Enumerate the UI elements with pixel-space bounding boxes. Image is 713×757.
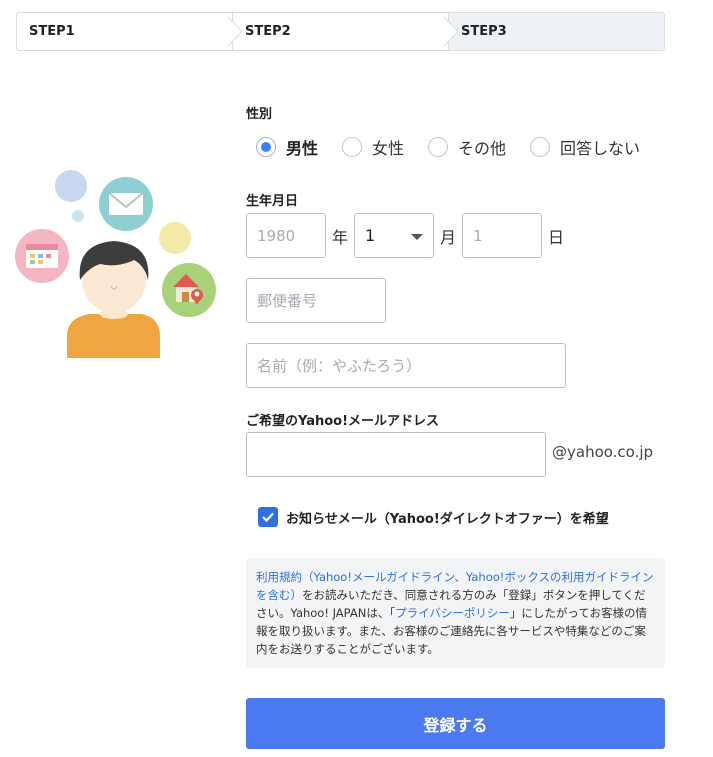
step-1-label: STEP1 — [29, 24, 75, 39]
name-input[interactable] — [246, 343, 566, 388]
postal-code-input[interactable] — [246, 278, 386, 323]
gender-option-female[interactable]: 女性 — [342, 135, 404, 159]
decor-circle-yellow-icon — [159, 222, 191, 254]
gender-radio-group: 男性 女性 その他 回答しない — [256, 135, 664, 159]
day-unit-label: 日 — [548, 228, 565, 247]
radio-circle-icon — [342, 137, 363, 157]
decor-dot-icon — [72, 210, 84, 222]
birth-day-input[interactable] — [462, 213, 542, 258]
newsletter-checkbox-row[interactable]: お知らせメール（Yahoo!ダイレクトオファー）を希望 — [258, 507, 609, 527]
step-2: STEP2 — [232, 12, 459, 51]
step-2-label: STEP2 — [245, 24, 291, 39]
email-domain-label: @yahoo.co.jp — [552, 443, 654, 461]
step-3: STEP3 — [448, 12, 665, 51]
gender-option-label: 女性 — [372, 139, 405, 158]
birth-year-input[interactable] — [246, 213, 326, 258]
step-arrow-icon — [217, 17, 243, 46]
gender-option-no-answer[interactable]: 回答しない — [530, 135, 640, 159]
step-1: STEP1 — [16, 12, 243, 51]
radio-circle-icon — [256, 137, 276, 157]
gender-option-male[interactable]: 男性 — [256, 135, 318, 159]
radio-circle-icon — [530, 137, 551, 157]
chevron-down-icon — [411, 234, 423, 240]
step-arrow-icon — [433, 17, 459, 46]
person-body-icon — [67, 314, 160, 358]
newsletter-label: お知らせメール（Yahoo!ダイレクトオファー）を希望 — [286, 511, 609, 527]
birth-month-select[interactable]: 1 — [354, 213, 434, 258]
gender-label: 性別 — [246, 107, 273, 122]
gender-option-label: 男性 — [286, 139, 319, 158]
terms-notice: 利用規約（Yahoo!メールガイドライン、Yahoo!ボックスの利用ガイドライン… — [246, 558, 665, 668]
checkbox-checked-icon[interactable] — [258, 507, 278, 527]
privacy-policy-link[interactable]: プライバシーポリシー — [395, 606, 510, 620]
decor-circle-blue-icon — [55, 170, 87, 202]
month-unit-label: 月 — [440, 228, 457, 247]
email-input[interactable] — [246, 432, 546, 477]
radio-circle-icon — [428, 137, 449, 157]
user-profile-illustration — [15, 170, 216, 358]
year-unit-label: 年 — [332, 228, 349, 247]
birthdate-label: 生年月日 — [246, 194, 299, 209]
gender-option-label: その他 — [458, 139, 507, 158]
email-label: ご希望のYahoo!メールアドレス — [246, 414, 440, 429]
gender-option-label: 回答しない — [560, 139, 641, 158]
step-progress-bar: STEP1 STEP2 STEP3 — [16, 12, 665, 51]
gender-option-other[interactable]: その他 — [428, 135, 506, 159]
birth-month-value: 1 — [365, 226, 376, 245]
step-3-label: STEP3 — [461, 24, 507, 39]
register-button[interactable]: 登録する — [246, 698, 665, 749]
